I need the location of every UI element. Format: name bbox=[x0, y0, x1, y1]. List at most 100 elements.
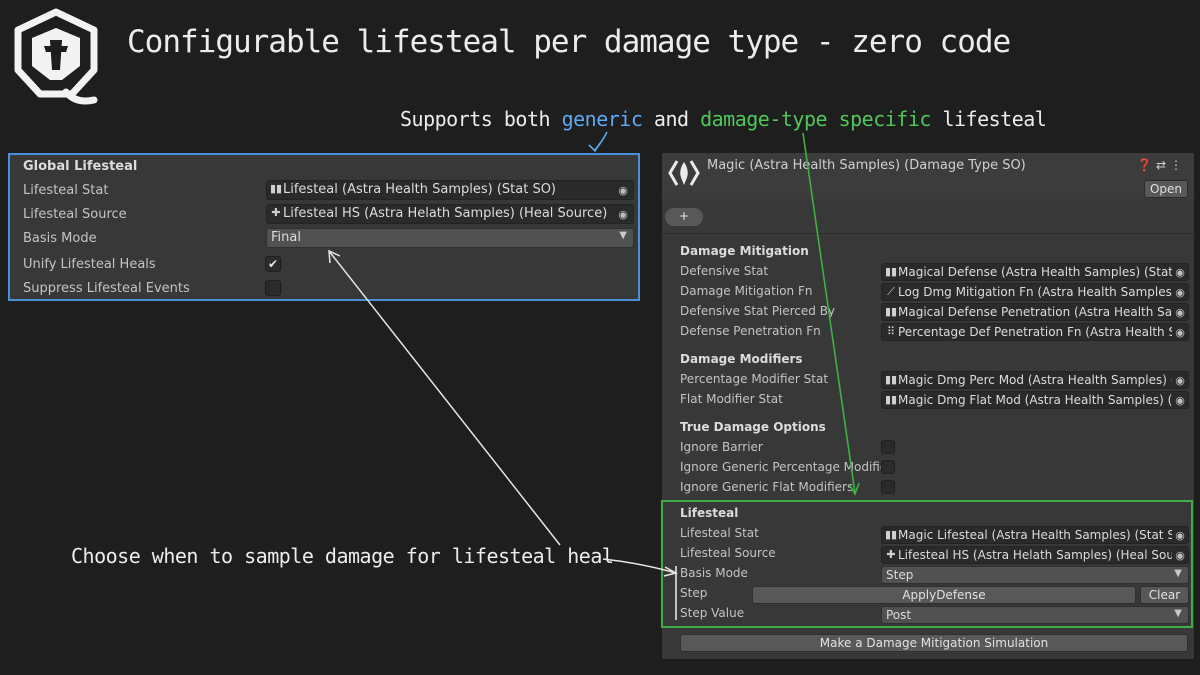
step-label: Step bbox=[680, 586, 708, 600]
stat-bars-icon: ▮▮ bbox=[269, 182, 283, 195]
lifesteal-source-value: Lifesteal HS (Astra Helath Samples) (Hea… bbox=[283, 206, 608, 221]
stat-bars-icon: ▮▮ bbox=[884, 373, 898, 386]
ignore-barrier-checkbox[interactable] bbox=[881, 440, 895, 454]
magic-basis-mode-dropdown[interactable]: Step ▼ bbox=[881, 566, 1189, 584]
defensive-stat-label: Defensive Stat bbox=[680, 264, 769, 278]
object-picker-icon[interactable]: ◉ bbox=[1172, 304, 1188, 320]
basis-mode-value: Final bbox=[271, 230, 301, 245]
ignore-generic-percentage-checkbox[interactable] bbox=[881, 460, 895, 474]
kebab-menu-icon[interactable]: ⋮ bbox=[1170, 158, 1186, 172]
chevron-down-icon: ▼ bbox=[1174, 608, 1182, 619]
basis-mode-annotation: Choose when to sample damage for lifeste… bbox=[71, 544, 614, 568]
unify-lifesteal-checkbox[interactable]: ✔ bbox=[265, 256, 281, 272]
damage-mitigation-fn-field[interactable]: ⟋ Log Dmg Mitigation Fn (Astra Health Sam… bbox=[881, 283, 1189, 301]
damage-modifiers-header: Damage Modifiers bbox=[680, 352, 803, 366]
lifesteal-source-label: Lifesteal Source bbox=[23, 207, 127, 222]
damage-type-inspector: Magic (Astra Health Samples) (Damage Typ… bbox=[661, 153, 1194, 659]
ignore-generic-flat-label: Ignore Generic Flat Modifiers bbox=[680, 480, 854, 494]
shield-logo-icon bbox=[14, 8, 98, 105]
object-picker-icon[interactable]: ◉ bbox=[1172, 324, 1188, 340]
percentage-modifier-label: Percentage Modifier Stat bbox=[680, 372, 829, 386]
open-button[interactable]: Open bbox=[1144, 180, 1188, 198]
flat-modifier-field[interactable]: ▮▮Magic Dmg Flat Mod (Astra Health Sampl… bbox=[881, 391, 1189, 409]
ignore-generic-percentage-label: Ignore Generic Percentage Modifier bbox=[680, 460, 893, 474]
chevron-down-icon: ▼ bbox=[1174, 568, 1182, 579]
checkmark-icon: ✔ bbox=[267, 257, 279, 271]
lifesteal-header: Lifesteal bbox=[680, 506, 739, 520]
ignore-barrier-label: Ignore Barrier bbox=[680, 440, 763, 454]
chevron-down-icon: ▼ bbox=[619, 230, 627, 241]
flat-modifier-value: Magic Dmg Flat Mod (Astra Health Samples… bbox=[898, 393, 1189, 407]
scatter-graph-icon: ⠿ bbox=[886, 325, 896, 338]
percentage-modifier-value: Magic Dmg Perc Mod (Astra Health Samples… bbox=[898, 373, 1188, 387]
inspector-title: Magic (Astra Health Samples) (Damage Typ… bbox=[707, 158, 1026, 173]
global-lifesteal-panel: Global Lifesteal Lifesteal Stat ▮▮Lifest… bbox=[8, 153, 640, 301]
step-value-value: Post bbox=[886, 608, 912, 622]
global-lifesteal-source-row: Lifesteal Source ✚ Lifesteal HS (Astra He… bbox=[10, 204, 638, 226]
stat-bars-icon: ▮▮ bbox=[884, 393, 898, 406]
inspector-toolbar: ❓⇄⋮ bbox=[1137, 158, 1186, 172]
subheadline: Supports both generic and damage-type sp… bbox=[400, 107, 1047, 131]
add-component-button[interactable]: + bbox=[665, 208, 703, 226]
suppress-lifesteal-label: Suppress Lifesteal Events bbox=[23, 281, 190, 296]
global-lifesteal-stat-row: Lifesteal Stat ▮▮Lifesteal (Astra Health… bbox=[10, 180, 638, 202]
subhead-specific: damage-type specific bbox=[700, 107, 931, 131]
object-picker-icon[interactable]: ◉ bbox=[1172, 527, 1188, 543]
subhead-mid: and bbox=[642, 107, 701, 131]
subhead-suffix: lifesteal bbox=[930, 107, 1047, 131]
help-icon[interactable]: ❓ bbox=[1137, 158, 1156, 172]
subhead-generic: generic bbox=[561, 107, 643, 131]
magic-lifesteal-source-value: Lifesteal HS (Astra Helath Samples) (Hea… bbox=[898, 548, 1189, 562]
lifesteal-source-field[interactable]: ✚ Lifesteal HS (Astra Helath Samples) (He… bbox=[266, 204, 634, 224]
suppress-lifesteal-row: Suppress Lifesteal Events bbox=[10, 278, 638, 300]
ignore-generic-flat-checkbox[interactable] bbox=[881, 480, 895, 494]
defensive-stat-field[interactable]: ▮▮Magical Defense (Astra Health Samples)… bbox=[881, 263, 1189, 281]
global-basis-mode-row: Basis Mode Final ▼ bbox=[10, 228, 638, 250]
object-picker-icon[interactable]: ◉ bbox=[1172, 392, 1188, 408]
inspector-header: Magic (Astra Health Samples) (Damage Typ… bbox=[662, 153, 1194, 199]
defense-penetration-fn-field[interactable]: ⠿ Percentage Def Penetration Fn (Astra He… bbox=[881, 323, 1189, 341]
object-picker-icon[interactable]: ◉ bbox=[613, 205, 633, 223]
object-picker-icon[interactable]: ◉ bbox=[613, 181, 633, 199]
generic-arrow bbox=[594, 131, 608, 151]
true-damage-header: True Damage Options bbox=[680, 420, 826, 434]
heal-source-icon: ✚ bbox=[271, 206, 281, 219]
damage-mitigation-fn-label: Damage Mitigation Fn bbox=[680, 284, 813, 298]
defensive-stat-pierced-field[interactable]: ▮▮Magical Defense Penetration (Astra Hea… bbox=[881, 303, 1189, 321]
basis-mode-label: Basis Mode bbox=[680, 566, 748, 580]
settings-sliders-icon[interactable]: ⇄ bbox=[1156, 158, 1170, 172]
subhead-prefix: Supports both bbox=[400, 107, 562, 131]
basis-mode-label: Basis Mode bbox=[23, 231, 97, 246]
magic-lifesteal-source-field[interactable]: ✚ Lifesteal HS (Astra Helath Samples) (He… bbox=[881, 546, 1189, 564]
step-value-label: Step Value bbox=[680, 606, 745, 620]
clear-step-button[interactable]: Clear bbox=[1140, 586, 1189, 604]
step-value-dropdown[interactable]: Post ▼ bbox=[881, 606, 1189, 624]
lifesteal-stat-field[interactable]: ▮▮Lifesteal (Astra Health Samples) (Stat… bbox=[266, 180, 634, 200]
stat-bars-icon: ▮▮ bbox=[884, 305, 898, 318]
stat-bars-icon: ▮▮ bbox=[884, 265, 898, 278]
magic-lifesteal-stat-value: Magic Lifesteal (Astra Health Samples) (… bbox=[898, 528, 1189, 542]
defense-penetration-fn-label: Defense Penetration Fn bbox=[680, 324, 821, 338]
damage-mitigation-header: Damage Mitigation bbox=[680, 244, 809, 258]
damage-type-lifesteal-section: Lifesteal Lifesteal Stat ▮▮Magic Lifeste… bbox=[661, 500, 1193, 628]
headline: Configurable lifesteal per damage type -… bbox=[127, 24, 1011, 60]
magic-lifesteal-stat-field[interactable]: ▮▮Magic Lifesteal (Astra Health Samples)… bbox=[881, 526, 1189, 544]
stat-bars-icon: ▮▮ bbox=[884, 528, 898, 541]
object-picker-icon[interactable]: ◉ bbox=[1172, 264, 1188, 280]
damage-type-icon bbox=[668, 160, 700, 186]
basis-mode-dropdown[interactable]: Final ▼ bbox=[266, 228, 634, 248]
simulate-mitigation-button[interactable]: Make a Damage Mitigation Simulation bbox=[680, 634, 1188, 652]
unify-lifesteal-label: Unify Lifesteal Heals bbox=[23, 257, 156, 272]
step-selector-button[interactable]: ApplyDefense bbox=[752, 586, 1136, 604]
percentage-modifier-field[interactable]: ▮▮Magic Dmg Perc Mod (Astra Health Sampl… bbox=[881, 371, 1189, 389]
curve-graph-icon: ⟋ bbox=[887, 285, 895, 298]
defensive-stat-pierced-label: Defensive Stat Pierced By bbox=[680, 304, 836, 318]
suppress-lifesteal-checkbox[interactable] bbox=[265, 280, 281, 296]
object-picker-icon[interactable]: ◉ bbox=[1172, 284, 1188, 300]
lifesteal-stat-label: Lifesteal Stat bbox=[23, 183, 109, 198]
object-picker-icon[interactable]: ◉ bbox=[1172, 372, 1188, 388]
object-picker-icon[interactable]: ◉ bbox=[1172, 547, 1188, 563]
lifesteal-stat-value: Lifesteal (Astra Health Samples) (Stat S… bbox=[283, 182, 556, 197]
defense-penetration-fn-value: Percentage Def Penetration Fn (Astra Hea… bbox=[898, 325, 1189, 339]
damage-mitigation-fn-value: Log Dmg Mitigation Fn (Astra Health Samp… bbox=[898, 285, 1189, 299]
